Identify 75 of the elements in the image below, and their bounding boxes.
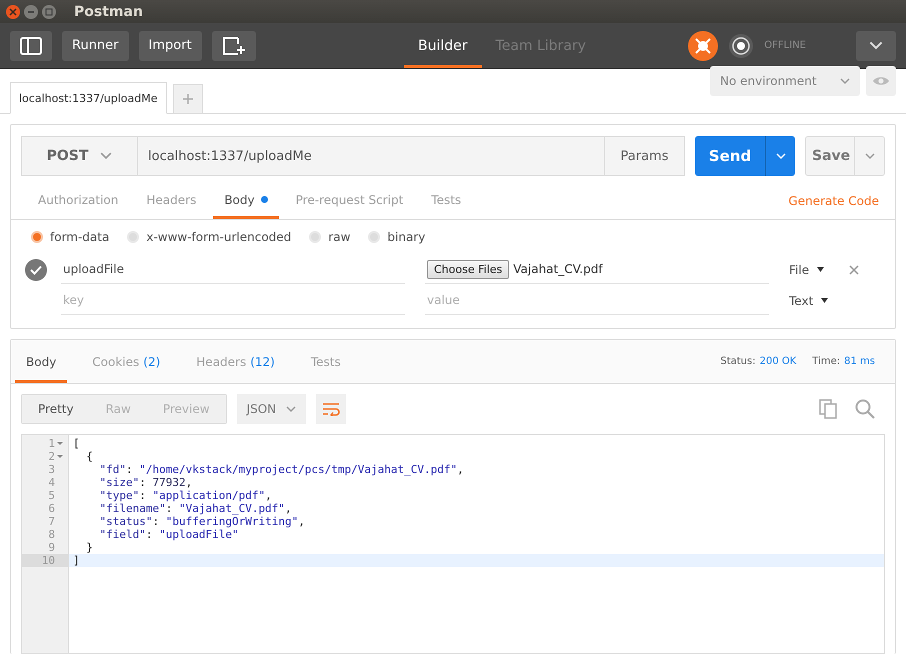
status-value: 200 OK [760,356,796,367]
menu-button[interactable] [856,30,896,61]
line-number: 4 [47,476,56,489]
minimize-button[interactable] [24,4,38,19]
code-line: "type": "application/pdf", [98,489,273,502]
checkmark-icon [30,264,42,274]
dropdown-icon [821,298,828,303]
body-mode-radio[interactable]: binary [368,230,426,244]
sync-status: OFFLINE [764,40,806,52]
line-number: 7 [47,515,56,528]
caret-icon [864,153,874,159]
line-number: 9 [47,541,56,554]
code-line: "status": "bufferingOrWriting", [98,515,306,528]
wrap-lines-button[interactable] [316,394,346,424]
response-tab[interactable]: Headers (12) [185,340,286,383]
close-button[interactable] [6,4,20,19]
search-icon[interactable] [855,399,875,419]
line-number: 5 [47,489,56,502]
sync-icon[interactable] [728,32,754,59]
request-tab[interactable]: localhost:1337/uploadMe [10,82,167,114]
generate-code-link[interactable]: Generate Code [788,194,879,208]
wrap-icon [322,402,340,416]
body-mode-radio[interactable]: x-www-form-urlencoded [127,230,292,244]
window-title: Postman [74,4,143,20]
code-line: { [85,450,94,463]
status-label: Status: [720,356,756,367]
eye-button[interactable] [866,66,896,96]
line-number: 8 [47,528,56,541]
choose-files-button[interactable]: Choose Files [427,260,510,278]
body-mode-radio[interactable]: form-data [31,230,110,244]
language-select[interactable]: JSON [236,394,306,424]
save-button[interactable]: Save [805,136,855,176]
satellite-icon[interactable] [688,30,718,61]
sidebar-toggle-button[interactable] [10,30,52,61]
caret-icon [840,78,850,84]
line-number: 10 [22,554,68,567]
code-line: "field": "uploadFile" [98,528,240,541]
type-select[interactable]: File [789,262,849,276]
add-tab-button[interactable] [172,84,203,114]
line-number: 6 [47,502,56,515]
send-options-button[interactable] [765,136,795,176]
copy-icon[interactable] [819,399,837,419]
new-tab-button[interactable] [212,30,256,61]
dropdown-icon [817,267,824,272]
line-number: 1 [22,437,68,450]
sidebar-icon [20,36,42,55]
line-number: 2 [22,450,68,463]
request-section-tab[interactable]: Body [213,183,279,219]
line-number: 3 [47,463,56,476]
time-label: Time: [812,356,840,367]
type-select[interactable]: Text [789,294,849,308]
caret-icon [776,153,786,159]
maximize-button[interactable] [42,4,56,19]
caret-icon [869,41,883,50]
response-tab[interactable]: Cookies (2) [81,340,172,383]
time-value: 81 ms [844,356,875,367]
response-tab[interactable]: Body [15,340,68,383]
code-line: [ [72,437,81,450]
plus-icon [182,94,193,104]
send-button[interactable]: Send [695,136,765,176]
eye-icon [872,75,890,88]
code-line: "filename": "Vajahat_CV.pdf", [98,502,293,515]
view-tab[interactable]: Builder [404,23,482,68]
value-field[interactable]: Choose Files Vajahat_CV.pdf [425,256,769,284]
caret-icon [286,406,296,412]
row-checkbox[interactable] [25,258,47,280]
code-line: "fd": "/home/vkstack/myproject/pcs/tmp/Vajahat_CV.pdf", [98,463,465,476]
body-mode-radio[interactable]: raw [309,230,350,244]
toolbar-button[interactable]: Runner [62,30,129,61]
code-line: } [85,541,94,554]
new-window-icon [222,36,246,56]
code-line: "size": 77932, [98,476,194,489]
environment-select[interactable]: No environment [710,66,860,96]
key-field[interactable]: uploadFile [61,256,405,284]
toolbar-button[interactable]: Import [138,30,202,61]
